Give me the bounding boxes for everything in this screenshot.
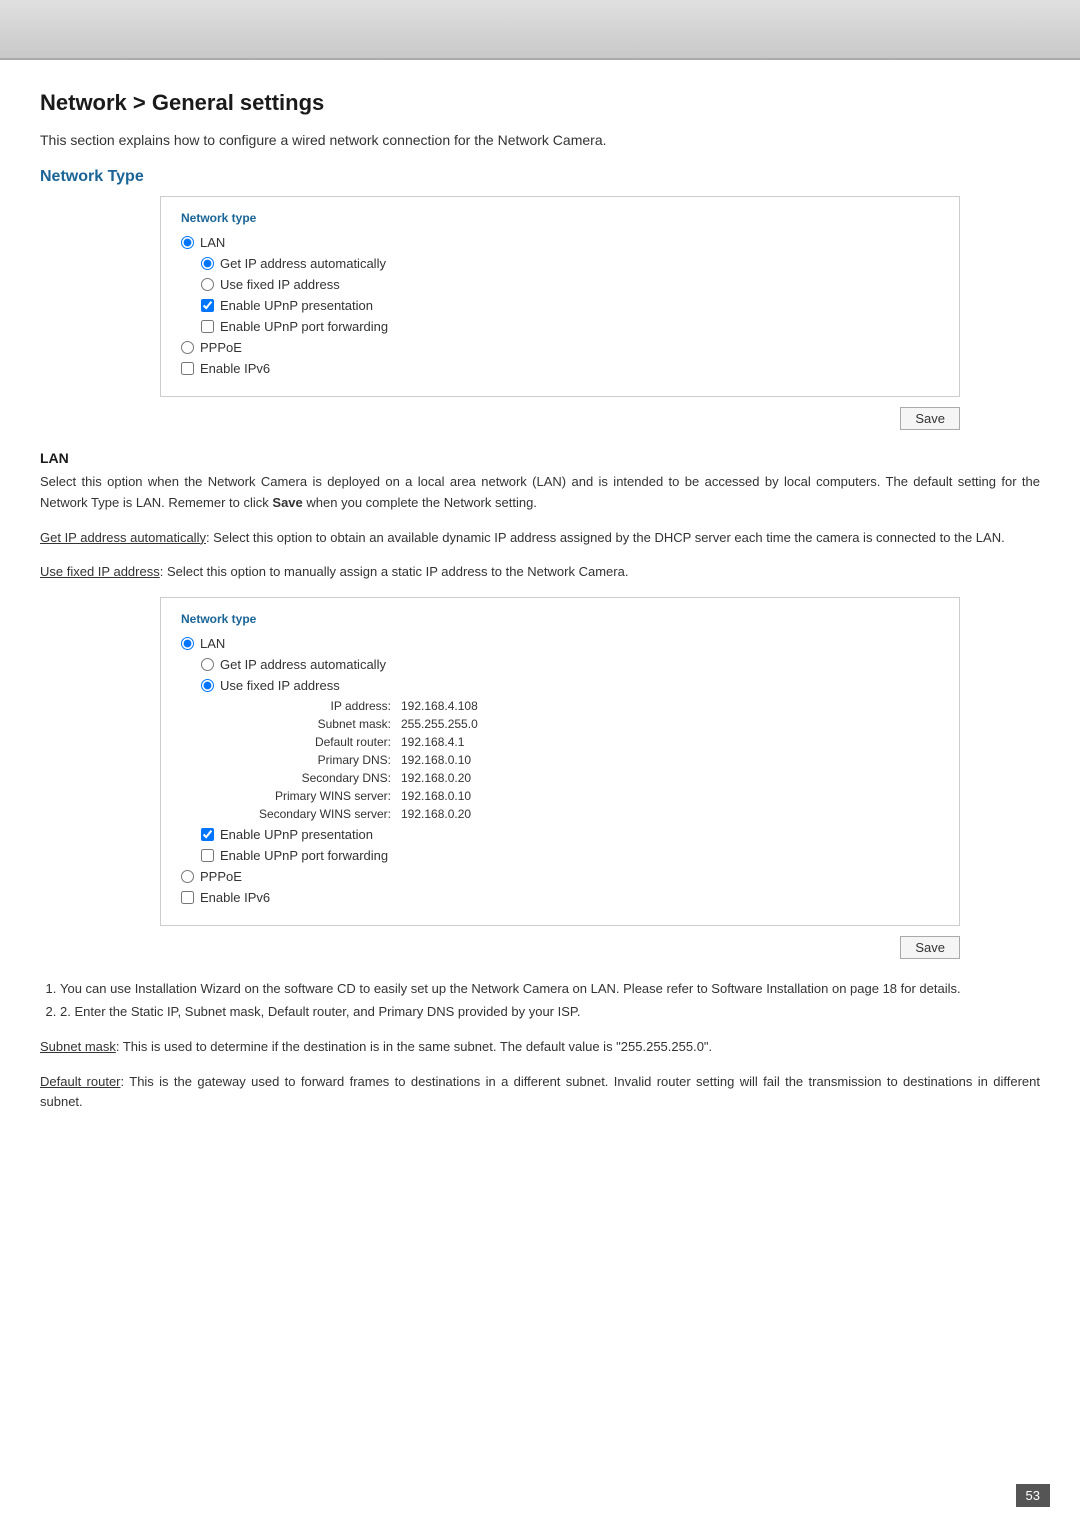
upnp-pres-checkbox-1[interactable] — [201, 299, 214, 312]
get-ip-auto-label-1: Get IP address automatically — [220, 256, 386, 271]
use-fixed-ip-row-1: Use fixed IP address — [201, 277, 939, 292]
page-title: Network > General settings — [40, 90, 1040, 116]
primary-dns-label: Primary DNS: — [241, 753, 401, 767]
subnet-mask-row: Subnet mask: 255.255.255.0 — [241, 717, 939, 731]
save-button-2[interactable]: Save — [900, 936, 960, 959]
network-type-box-2: Network type LAN Get IP address automati… — [160, 597, 960, 926]
lan-radio-1[interactable] — [181, 236, 194, 249]
use-fixed-description: Use fixed IP address: Select this option… — [40, 562, 1040, 583]
upnp-pres-label-2: Enable UPnP presentation — [220, 827, 373, 842]
primary-wins-value: 192.168.0.10 — [401, 789, 471, 803]
default-router-heading: Default router — [40, 1074, 121, 1089]
secondary-wins-row: Secondary WINS server: 192.168.0.20 — [241, 807, 939, 821]
note-1: You can use Installation Wizard on the s… — [60, 979, 1040, 1000]
primary-wins-row: Primary WINS server: 192.168.0.10 — [241, 789, 939, 803]
default-router-value: 192.168.4.1 — [401, 735, 464, 749]
lan-heading: LAN — [40, 450, 1040, 466]
secondary-wins-label: Secondary WINS server: — [241, 807, 401, 821]
pppoe-row-1: PPPoE — [181, 340, 939, 355]
upnp-port-checkbox-1[interactable] — [201, 320, 214, 333]
ip-address-value: 192.168.4.108 — [401, 699, 478, 713]
lan-radio-row-2: LAN — [181, 636, 939, 651]
ipv6-row-1: Enable IPv6 — [181, 361, 939, 376]
upnp-pres-row-2: Enable UPnP presentation — [201, 827, 939, 842]
ipv6-label-2: Enable IPv6 — [200, 890, 270, 905]
pppoe-label-1: PPPoE — [200, 340, 242, 355]
pppoe-radio-2[interactable] — [181, 870, 194, 883]
save-row-1: Save — [40, 407, 960, 430]
ipv6-checkbox-1[interactable] — [181, 362, 194, 375]
secondary-wins-value: 192.168.0.20 — [401, 807, 471, 821]
default-router-row: Default router: 192.168.4.1 — [241, 735, 939, 749]
box1-label: Network type — [181, 211, 939, 225]
pppoe-row-2: PPPoE — [181, 869, 939, 884]
subnet-mask-value: 255.255.255.0 — [401, 717, 478, 731]
save-button-1[interactable]: Save — [900, 407, 960, 430]
save-row-2: Save — [40, 936, 960, 959]
upnp-port-label-2: Enable UPnP port forwarding — [220, 848, 388, 863]
get-ip-auto-radio-2[interactable] — [201, 658, 214, 671]
lan-desc-text: Select this option when the Network Came… — [40, 474, 1040, 510]
default-router-label: Default router: — [241, 735, 401, 749]
get-ip-link: Get IP address automatically — [40, 530, 206, 545]
subnet-mask-label: Subnet mask: — [241, 717, 401, 731]
lan-description: Select this option when the Network Came… — [40, 472, 1040, 514]
subnet-mask-heading: Subnet mask — [40, 1039, 116, 1054]
top-bar — [0, 0, 1080, 60]
network-type-heading: Network Type — [40, 168, 1040, 186]
upnp-port-row-1: Enable UPnP port forwarding — [201, 319, 939, 334]
secondary-dns-value: 192.168.0.20 — [401, 771, 471, 785]
ipv6-label-1: Enable IPv6 — [200, 361, 270, 376]
ip-address-label: IP address: — [241, 699, 401, 713]
primary-dns-value: 192.168.0.10 — [401, 753, 471, 767]
lan-label-2: LAN — [200, 636, 225, 651]
primary-dns-row: Primary DNS: 192.168.0.10 — [241, 753, 939, 767]
use-fixed-ip-row-2: Use fixed IP address — [201, 678, 939, 693]
intro-text: This section explains how to configure a… — [40, 132, 1040, 148]
ip-fields-table: IP address: 192.168.4.108 Subnet mask: 2… — [241, 699, 939, 821]
ip-address-row: IP address: 192.168.4.108 — [241, 699, 939, 713]
note-2: 2. Enter the Static IP, Subnet mask, Def… — [60, 1002, 1040, 1023]
upnp-port-label-1: Enable UPnP port forwarding — [220, 319, 388, 334]
note-1-text: You can use Installation Wizard on the s… — [60, 981, 961, 996]
lan-label-1: LAN — [200, 235, 225, 250]
default-router-body: : This is the gateway used to forward fr… — [40, 1074, 1040, 1110]
get-ip-auto-row-2: Get IP address automatically — [201, 657, 939, 672]
box2-label: Network type — [181, 612, 939, 626]
get-ip-description: Get IP address automatically: Select thi… — [40, 528, 1040, 549]
use-fixed-ip-radio-2[interactable] — [201, 679, 214, 692]
upnp-pres-row-1: Enable UPnP presentation — [201, 298, 939, 313]
subnet-mask-body: : This is used to determine if the desti… — [116, 1039, 712, 1054]
get-ip-desc-text: : Select this option to obtain an availa… — [206, 530, 1005, 545]
pppoe-radio-1[interactable] — [181, 341, 194, 354]
use-fixed-desc-text: : Select this option to manually assign … — [160, 564, 629, 579]
upnp-port-row-2: Enable UPnP port forwarding — [201, 848, 939, 863]
lan-desc-bold: Save — [272, 495, 302, 510]
use-fixed-ip-label-2: Use fixed IP address — [220, 678, 340, 693]
lan-radio-2[interactable] — [181, 637, 194, 650]
ipv6-row-2: Enable IPv6 — [181, 890, 939, 905]
upnp-port-checkbox-2[interactable] — [201, 849, 214, 862]
network-type-box-1: Network type LAN Get IP address automati… — [160, 196, 960, 397]
note-2-text: 2. Enter the Static IP, Subnet mask, Def… — [60, 1004, 581, 1019]
ipv6-checkbox-2[interactable] — [181, 891, 194, 904]
default-router-description: Default router: This is the gateway used… — [40, 1072, 1040, 1114]
secondary-dns-label: Secondary DNS: — [241, 771, 401, 785]
upnp-pres-checkbox-2[interactable] — [201, 828, 214, 841]
use-fixed-ip-radio-1[interactable] — [201, 278, 214, 291]
lan-desc-end: when you complete the Network setting. — [306, 495, 537, 510]
primary-wins-label: Primary WINS server: — [241, 789, 401, 803]
notes-list: You can use Installation Wizard on the s… — [60, 979, 1040, 1023]
secondary-dns-row: Secondary DNS: 192.168.0.20 — [241, 771, 939, 785]
use-fixed-ip-label-1: Use fixed IP address — [220, 277, 340, 292]
get-ip-auto-radio-1[interactable] — [201, 257, 214, 270]
page-number: 53 — [1016, 1484, 1050, 1507]
subnet-mask-description: Subnet mask: This is used to determine i… — [40, 1037, 1040, 1058]
pppoe-label-2: PPPoE — [200, 869, 242, 884]
get-ip-auto-row-1: Get IP address automatically — [201, 256, 939, 271]
use-fixed-link: Use fixed IP address — [40, 564, 160, 579]
lan-radio-row-1: LAN — [181, 235, 939, 250]
upnp-pres-label-1: Enable UPnP presentation — [220, 298, 373, 313]
get-ip-auto-label-2: Get IP address automatically — [220, 657, 386, 672]
